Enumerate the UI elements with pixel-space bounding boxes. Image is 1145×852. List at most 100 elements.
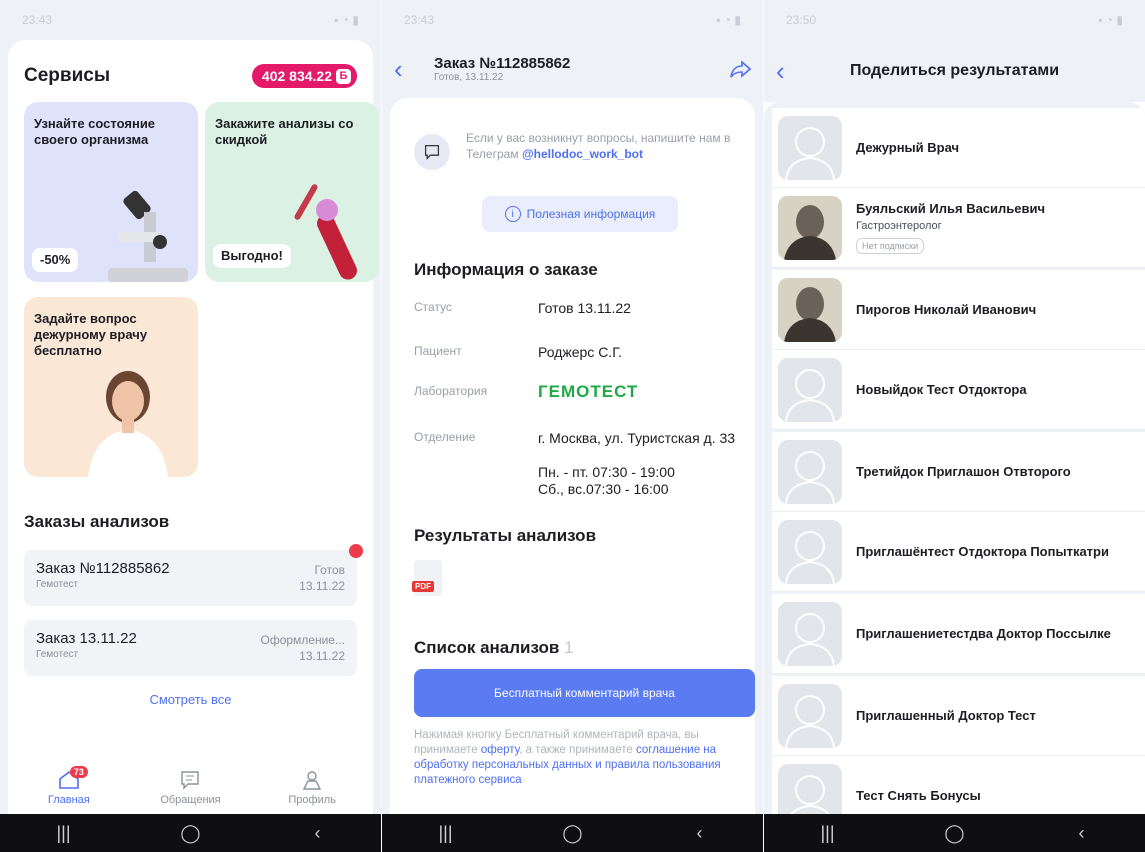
unread-dot (349, 544, 363, 558)
chat-bubble-icon (414, 134, 450, 170)
doctor-list-item[interactable]: Пирогов Николай Иванович (772, 270, 1145, 350)
status-time: 23:50 (786, 13, 817, 27)
profit-badge: Выгодно! (213, 244, 291, 268)
doctor-name: Приглашениетестдва Доктор Поссылке (856, 626, 1111, 641)
order-row[interactable]: Заказ №112885862 Гемотест Готов 13.11.22 (24, 544, 363, 606)
portrait-photo (778, 195, 842, 260)
pdf-file-icon[interactable]: PDF (412, 560, 442, 596)
status-bar: 23:43 ▪ ◔ ▮ (0, 0, 381, 40)
lab-logo: ГЕМОТЕСТ (538, 382, 639, 401)
status-bar: 23:43 ▪ ◔ ▮ (382, 0, 763, 40)
offer-link[interactable]: оферту (481, 744, 519, 756)
share-icon[interactable] (729, 59, 751, 79)
tab-home[interactable]: 73 Главная (24, 766, 114, 806)
help-text: Если у вас возникнут вопросы, напишите н… (466, 130, 736, 162)
card-ask-doctor[interactable]: Задайте вопрос дежурному врачу бесплатно (24, 297, 198, 477)
home-circle-icon[interactable]: ◯ (925, 823, 985, 844)
legal-text: Нажимая кнопку Бесплатный комментарий вр… (414, 728, 755, 788)
order-header: ‹ Заказ №112885862 Готов, 13.11.22 (382, 40, 763, 98)
back-arrow-icon[interactable]: ‹ (764, 56, 814, 87)
avatar (778, 519, 842, 584)
test-tube-icon (294, 184, 357, 280)
status-icons: ▪ ◔ ▮ (334, 13, 359, 27)
doctors-list: Дежурный Врач Буяльский Илья Васильевич Га… (764, 102, 1145, 814)
recent-apps-icon[interactable]: ||| (34, 823, 94, 844)
home-badge: 73 (69, 766, 88, 778)
doctor-list-item[interactable]: Дежурный Врач (772, 108, 1145, 188)
pdf-label: PDF (412, 581, 434, 592)
tab-profile-label: Профиль (288, 794, 336, 806)
tests-list-title: Список анализов 1 (414, 638, 574, 658)
status-label: Статус (414, 300, 452, 314)
avatar-placeholder-icon (785, 530, 835, 584)
order-row[interactable]: Заказ 13.11.22 Гемотест Оформление... 13.… (24, 620, 357, 676)
chat-icon (181, 771, 200, 790)
avatar (778, 601, 842, 666)
card-doctor-title: Задайте вопрос дежурному врачу бесплатно (34, 311, 148, 358)
avatar (778, 439, 842, 504)
doctor-name: Тест Снять Бонусы (856, 788, 981, 803)
avatar (778, 357, 842, 422)
system-navbar: ||| ◯ ‹ (764, 814, 1145, 852)
doctor-name: Буяльский Илья Васильевич (856, 201, 1046, 216)
status-value: Готов 13.11.22 (538, 300, 631, 316)
avatar (778, 195, 842, 260)
bonus-badge[interactable]: 402 834.22 Б (251, 64, 357, 88)
branch-label: Отделение (414, 430, 476, 444)
see-all-link[interactable]: Смотреть все (8, 692, 373, 707)
doctor-comment-button[interactable]: Бесплатный комментарий врача (414, 669, 755, 717)
recent-apps-icon[interactable]: ||| (416, 823, 476, 844)
card-discount-tests[interactable]: Закажите анализы со скидкой Выгодно! (205, 102, 379, 282)
avatar (778, 763, 842, 814)
services-screen: 23:43 ▪ ◔ ▮ Сервисы 402 834.22 Б Узнайте с… (0, 0, 381, 852)
doctor-list-item[interactable]: Приглашенный Доктор Тест (772, 676, 1145, 756)
home-circle-icon[interactable]: ◯ (543, 823, 603, 844)
legal-text-2: , а также принимаете (519, 744, 633, 756)
status-time: 23:43 (22, 13, 53, 27)
order-details-screen: 23:43 ▪ ◔ ▮ ‹ Заказ №112885862 Готов, 13.… (382, 0, 763, 852)
doctor-list-item[interactable]: Третийдок Приглашон Отвторого (772, 432, 1145, 512)
card-organism-state[interactable]: Узнайте состояние своего организма -50% (24, 102, 198, 282)
doctor-list-item[interactable]: Приглашёнтест Отдоктора Попыткатри (772, 512, 1145, 592)
useful-info-button[interactable]: i Полезная информация (482, 196, 678, 232)
home-circle-icon[interactable]: ◯ (161, 823, 221, 844)
person-icon (303, 771, 322, 790)
share-title: Поделиться результатами (849, 62, 1060, 79)
doctor-photo-icon (88, 371, 168, 477)
useful-info-label: Полезная информация (526, 207, 656, 221)
tab-requests[interactable]: Обращения (145, 770, 235, 806)
back-chevron-icon[interactable]: ‹ (1052, 823, 1112, 844)
hours-weekend: Сб., вс.07:30 - 16:00 (538, 481, 669, 497)
avatar (778, 115, 842, 180)
doctor-list-item[interactable]: Буяльский Илья Васильевич Гастроэнтеролог… (772, 188, 1145, 268)
avatar (778, 683, 842, 748)
tests-count: 1 (564, 638, 574, 657)
avatar-placeholder-icon (785, 450, 835, 504)
share-results-screen: 23:50 ▪ ◔ ▮ ‹ Поделиться результатами Деж… (764, 0, 1145, 852)
orders-title: Заказы анализов (24, 512, 170, 531)
recent-apps-icon[interactable]: ||| (798, 823, 858, 844)
order-date: 13.11.22 (299, 649, 345, 663)
back-chevron-icon[interactable]: ‹ (288, 823, 348, 844)
doctor-list-item[interactable]: Приглашениетестдва Доктор Поссылке (772, 594, 1145, 674)
bonus-value: 402 834.22 (261, 68, 332, 84)
telegram-bot-link[interactable]: @hellodoc_work_bot (522, 147, 643, 161)
order-header-title: Заказ №112885862 (434, 55, 571, 72)
doctor-list-item[interactable]: Новыйдок Тест Отдоктора (772, 350, 1145, 430)
tab-requests-label: Обращения (160, 794, 221, 806)
tests-list-title-text: Список анализов (414, 638, 560, 657)
back-chevron-icon[interactable]: ‹ (670, 823, 730, 844)
doctor-name: Третийдок Приглашон Отвторого (856, 464, 1071, 479)
order-date: 13.11.22 (299, 579, 345, 593)
doctor-name: Новыйдок Тест Отдоктора (856, 382, 1027, 397)
order-status: Готов (314, 563, 345, 577)
order-panel: Если у вас возникнут вопросы, напишите н… (390, 98, 755, 814)
portrait-photo (778, 277, 842, 342)
patient-value: Роджерс С.Г. (538, 344, 622, 360)
card-organism-title: Узнайте состояние своего организма (34, 116, 156, 147)
doctor-name: Дежурный Врач (856, 140, 960, 155)
doctor-list-item[interactable]: Тест Снять Бонусы (772, 756, 1145, 814)
tab-profile[interactable]: Профиль (267, 770, 357, 806)
branch-value: г. Москва, ул. Туристская д. 33 (538, 430, 736, 446)
back-arrow-icon[interactable]: ‹ (394, 54, 434, 85)
